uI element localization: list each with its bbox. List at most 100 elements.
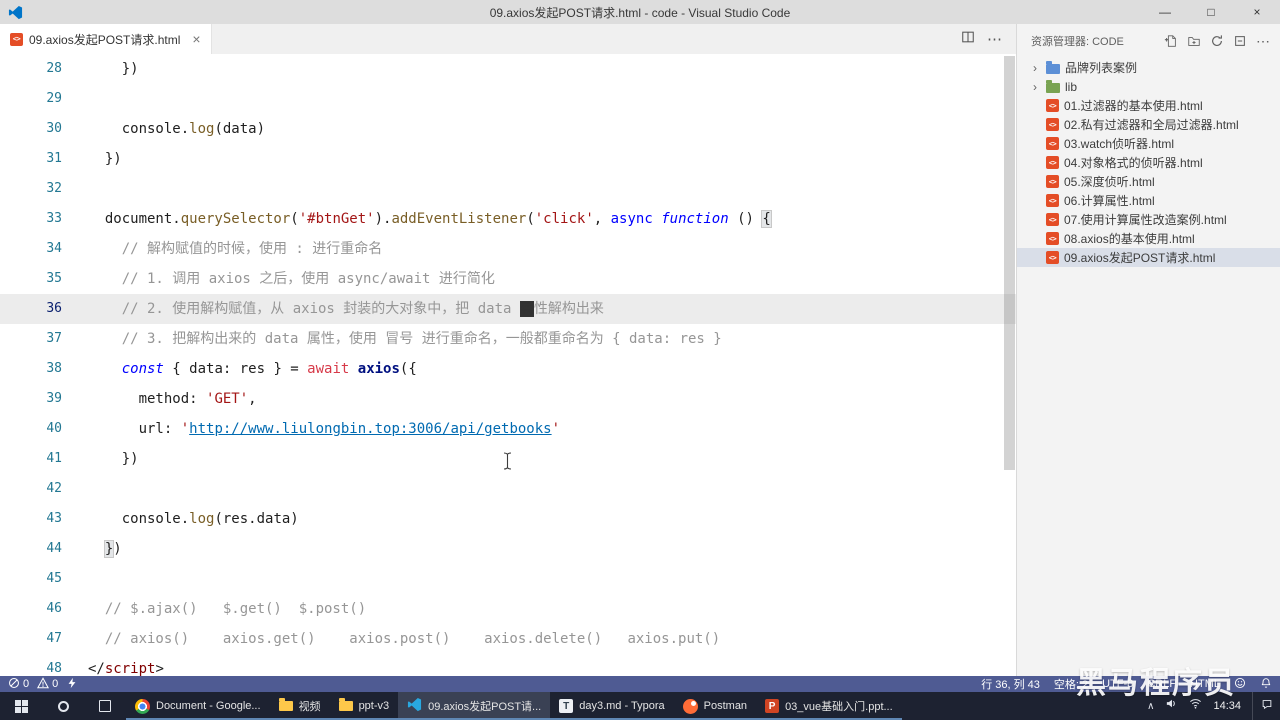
search-button[interactable] (42, 692, 84, 720)
code-token: }) (88, 151, 122, 167)
code-line[interactable]: 45 (0, 564, 1016, 594)
file-tree-item[interactable]: <> 09.axios发起POST请求.html (1017, 248, 1280, 267)
file-tree-item[interactable]: <> 08.axios的基本使用.html (1017, 229, 1280, 248)
tab-close-icon[interactable]: × (192, 31, 200, 47)
status-item[interactable]: 空格: 2 (1054, 676, 1088, 692)
file-tree-item[interactable]: <> 04.对象格式的侦听器.html (1017, 153, 1280, 172)
action-center-button[interactable] (1252, 692, 1280, 720)
code-line[interactable]: 37 // 3. 把解构出来的 data 属性，使用 冒号 进行重命名，一般都重… (0, 324, 1016, 354)
code-line[interactable]: 29 (0, 84, 1016, 114)
file-tree-label: 07.使用计算属性改造案例.html (1064, 213, 1227, 227)
status-warning[interactable]: 0 (37, 676, 58, 692)
code-line[interactable]: 30 console.log(data) (0, 114, 1016, 144)
more-icon[interactable]: ⋯ (1256, 33, 1270, 50)
code-line[interactable]: 40 url: 'http://www.liulongbin.top:3006/… (0, 414, 1016, 444)
code-line[interactable]: 38 const { data: res } = await axios({ (0, 354, 1016, 384)
file-tree-label: lib (1065, 79, 1078, 94)
code-token: ' (180, 421, 190, 437)
code-line[interactable]: 28 }) (0, 54, 1016, 84)
tab-file[interactable]: <> 09.axios发起POST请求.html × (0, 24, 212, 54)
code-line[interactable]: 32 (0, 174, 1016, 204)
collapse-icon[interactable] (1233, 34, 1247, 48)
code-editor[interactable]: 28 }) 29 30 console.log(data) 31 }) 32 33 doc… (0, 54, 1016, 676)
code-line[interactable]: 43 console.log(res.data) (0, 504, 1016, 534)
smiley-icon[interactable] (1234, 677, 1246, 692)
code-text: // 解构赋值的时候，使用 : 进行重命名 (62, 234, 383, 264)
circle-slash-icon (8, 677, 20, 692)
file-tree-item[interactable]: <> 06.计算属性.html (1017, 191, 1280, 210)
code-token: // 3. 把解构出来的 data 属性，使用 冒号 进行重命名，一般都重命名为… (88, 331, 722, 347)
status-circle-slash[interactable]: 0 (8, 677, 29, 692)
status-item[interactable]: 行 36, 列 43 (981, 676, 1040, 692)
file-tree-item[interactable]: <> 02.私有过滤器和全局过滤器.html (1017, 115, 1280, 134)
taskbar-app-label: Document - Google... (156, 700, 261, 712)
split-editor-icon[interactable] (961, 30, 975, 48)
start-button[interactable] (0, 692, 42, 720)
task-view-button[interactable] (84, 692, 126, 720)
code-line[interactable]: 44 }) (0, 534, 1016, 564)
status-item[interactable]: CRLF (1147, 678, 1176, 690)
taskbar-app-folder[interactable]: ppt-v3 (330, 692, 399, 720)
taskbar-app-chrome[interactable]: Document - Google... (126, 692, 270, 720)
file-tree-item[interactable]: <> 01.过滤器的基本使用.html (1017, 96, 1280, 115)
warning-icon (37, 676, 50, 692)
code-token: '#btnGet' (298, 211, 375, 227)
new-folder-icon[interactable] (1187, 34, 1201, 48)
taskbar-app-typora[interactable]: Tday3.md - Typora (550, 692, 673, 720)
editor-scrollbar-thumb[interactable] (1004, 56, 1015, 470)
file-tree-item[interactable]: <> 03.watch侦听器.html (1017, 134, 1280, 153)
tray-volume-icon[interactable] (1165, 697, 1178, 715)
file-tree-item[interactable]: <> 07.使用计算属性改造案例.html (1017, 210, 1280, 229)
status-item[interactable]: UTF-8 (1102, 678, 1133, 690)
code-line[interactable]: 31 }) (0, 144, 1016, 174)
postman-icon (682, 698, 698, 714)
more-actions-icon[interactable]: ⋯ (987, 30, 1002, 48)
status-lightning[interactable] (66, 677, 78, 692)
html-file-icon: <> (1046, 156, 1059, 169)
code-token: // 1. 调用 axios 之后，使用 async/await 进行简化 (88, 271, 495, 287)
code-line[interactable]: 47 // axios() axios.get() axios.post() a… (0, 624, 1016, 654)
file-tree-item[interactable]: › lib (1017, 77, 1280, 96)
code-line[interactable]: 39 method: 'GET', (0, 384, 1016, 414)
tray-wifi-icon[interactable] (1189, 697, 1202, 715)
tray-chevron-up-icon[interactable]: ∧ (1147, 701, 1154, 712)
code-line[interactable]: 36 // 2. 使用解构赋值，从 axios 封装的大对象中，把 data 属… (0, 294, 1016, 324)
notification-icon (1261, 697, 1273, 715)
html-file-icon: <> (1046, 118, 1059, 131)
code-line[interactable]: 46 // $.ajax() $.get() $.post() (0, 594, 1016, 624)
code-line[interactable]: 35 // 1. 调用 axios 之后，使用 async/await 进行简化 (0, 264, 1016, 294)
taskbar-app-postman[interactable]: Postman (674, 692, 756, 720)
code-text: document.querySelector('#btnGet').addEve… (62, 204, 772, 234)
taskbar-app-folder[interactable]: 视频 (270, 692, 330, 720)
code-token: script (104, 661, 156, 676)
code-line[interactable]: 48 </script> (0, 654, 1016, 676)
line-number: 33 (46, 211, 62, 226)
code-token: querySelector (180, 211, 291, 227)
new-file-icon[interactable] (1164, 34, 1178, 48)
code-line[interactable]: 34 // 解构赋值的时候，使用 : 进行重命名 (0, 234, 1016, 264)
status-item[interactable]: HTML (1190, 678, 1220, 690)
taskbar: Document - Google... 视频 ppt-v3 09.axios发起PO… (0, 692, 1280, 720)
taskbar-app-vscode[interactable]: 09.axios发起POST请... (398, 692, 551, 720)
code-line[interactable]: 42 (0, 474, 1016, 504)
file-tree-item[interactable]: › 品牌列表案例 (1017, 58, 1280, 77)
file-tree-item[interactable]: <> 05.深度侦听.html (1017, 172, 1280, 191)
taskbar-app-label: day3.md - Typora (579, 700, 665, 712)
bell-icon[interactable] (1260, 677, 1272, 692)
title-bar: 09.axios发起POST请求.html - code - Visual St… (0, 0, 1280, 24)
taskbar-clock[interactable]: 14:34 (1213, 700, 1241, 712)
refresh-icon[interactable] (1210, 34, 1224, 48)
close-button[interactable]: × (1234, 0, 1280, 24)
code-token: 'GET' (206, 391, 249, 407)
html-file-icon: <> (10, 32, 23, 46)
maximize-button[interactable]: □ (1188, 0, 1234, 24)
code-token: log (189, 511, 215, 527)
minimize-button[interactable]: — (1142, 0, 1188, 24)
file-tree-label: 品牌列表案例 (1065, 61, 1138, 75)
code-line[interactable]: 33 document.querySelector('#btnGet').add… (0, 204, 1016, 234)
taskbar-app-ppt[interactable]: P 03_vue基础入门.ppt... (756, 692, 902, 720)
